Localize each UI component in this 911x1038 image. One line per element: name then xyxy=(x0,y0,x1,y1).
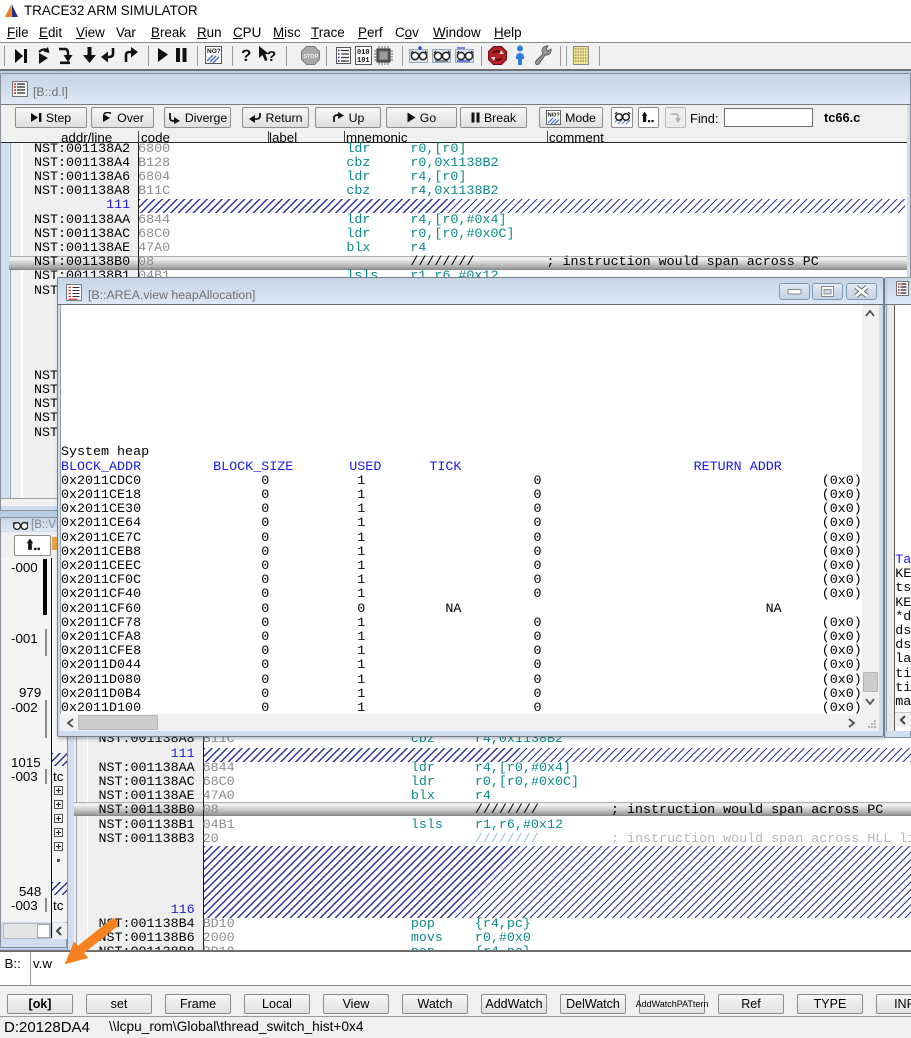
svg-text:?: ? xyxy=(267,48,276,65)
svg-text:010: 010 xyxy=(357,49,370,57)
svg-text:STOP: STOP xyxy=(303,54,318,60)
svg-text:?: ? xyxy=(241,46,251,65)
svg-text:101: 101 xyxy=(357,57,370,65)
svg-text:NO?: NO? xyxy=(548,113,561,119)
svg-text:NO?: NO? xyxy=(207,48,221,55)
